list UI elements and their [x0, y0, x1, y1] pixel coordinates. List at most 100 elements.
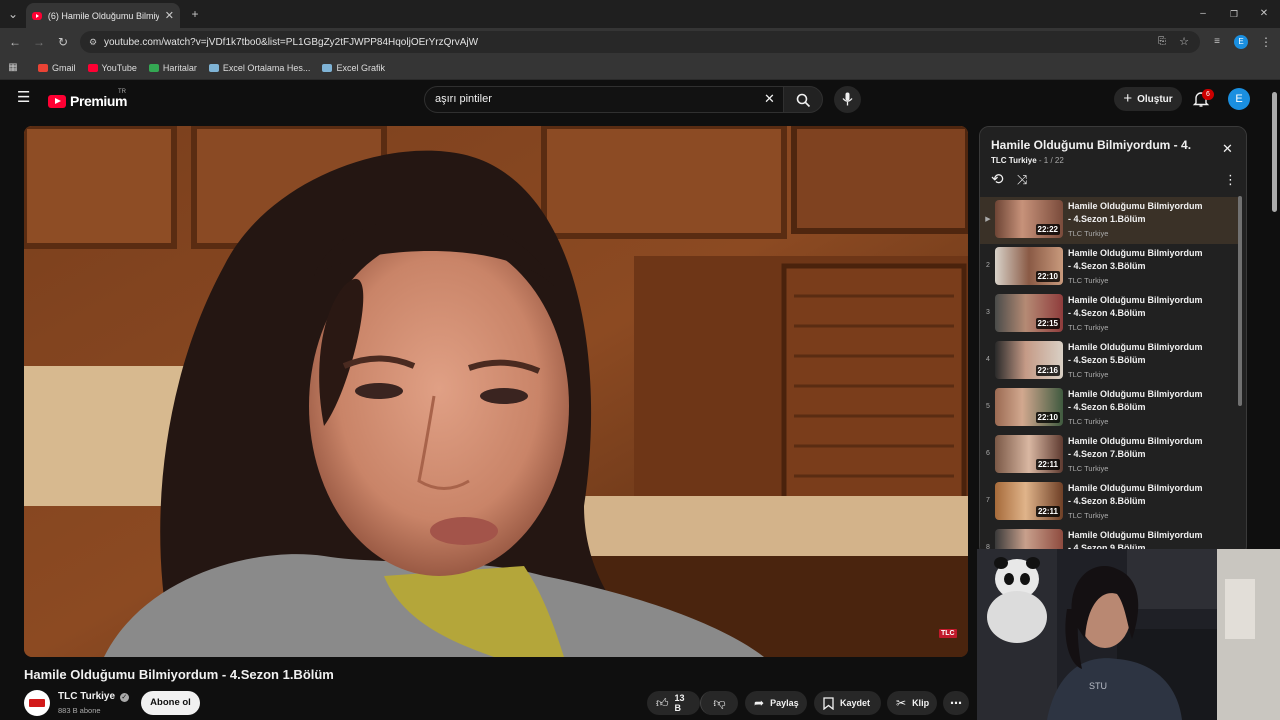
account-avatar[interactable]: E [1228, 88, 1250, 110]
playlist-item[interactable]: 6 22:11 Hamile Olduğumu Bilmiyordum - 4.S… [980, 432, 1238, 479]
item-index: 7 [986, 497, 990, 504]
search-box[interactable]: ✕ [424, 86, 784, 113]
bookmark-excel-average[interactable]: Excel Ortalama Hes... [208, 63, 310, 73]
youtube-logo[interactable]: Premium TR [48, 89, 128, 109]
item-duration: 22:11 [1035, 506, 1060, 517]
close-window-icon[interactable]: ✕ [1257, 7, 1271, 21]
menu-icon[interactable]: ☰ [17, 90, 31, 105]
bookmark-youtube[interactable]: YouTube [87, 63, 137, 73]
region-code: TR [118, 89, 126, 95]
share-button[interactable]: ➦ Paylaş [745, 691, 807, 715]
install-app-icon[interactable]: ⎘ [1155, 35, 1169, 49]
video-player[interactable]: TLC [24, 126, 968, 657]
item-title-line-2: - 4.Sezon 8.Bölüm [1068, 496, 1146, 506]
item-title-line-1: Hamile Olduğumu Bilmiyordum [1068, 248, 1203, 258]
voice-search-button[interactable] [834, 86, 861, 113]
share-icon: ➦ [754, 696, 765, 710]
item-duration: 22:11 [1035, 459, 1060, 470]
notifications-button[interactable]: 6 [1192, 89, 1214, 108]
notification-badge: 6 [1202, 89, 1214, 100]
item-index: 6 [986, 450, 990, 457]
item-channel: TLC Turkiye [1068, 370, 1109, 379]
bookmark-star-icon[interactable]: ☆ [1177, 35, 1191, 49]
playlist-item[interactable]: 2 22:10 Hamile Olduğumu Bilmiyordum - 4.S… [980, 244, 1238, 291]
shuffle-icon[interactable]: ⤨ [1017, 172, 1027, 187]
clear-search-icon[interactable]: ✕ [764, 91, 775, 107]
video-title: Hamile Olduğumu Bilmiyordum - 4.Sezon 1.… [24, 667, 334, 682]
item-title: Hamile Olduğumu Bilmiyordum - 4.Sezon 5.B… [1068, 341, 1218, 367]
item-title-line-1: Hamile Olduğumu Bilmiyordum [1068, 389, 1203, 399]
address-bar[interactable]: ⚙ youtube.com/watch?v=jVDf1k7tbo0&list=P… [80, 31, 1200, 53]
bookmark-gmail[interactable]: Gmail [38, 63, 76, 73]
item-title-line-1: Hamile Olduğumu Bilmiyordum [1068, 201, 1203, 211]
more-actions-button[interactable]: ⋯ [943, 691, 969, 715]
item-index: ▶ [985, 216, 991, 223]
verified-icon: ✓ [119, 693, 129, 702]
playlist-item[interactable]: 5 22:10 Hamile Olduğumu Bilmiyordum - 4.S… [980, 385, 1238, 432]
playlist-item[interactable]: 4 22:16 Hamile Olduğumu Bilmiyordum - 4.S… [980, 338, 1238, 385]
playlist-scrollbar[interactable] [1238, 196, 1242, 406]
item-duration: 22:16 [1035, 365, 1060, 376]
item-title-line-2: - 4.Sezon 4.Bölüm [1068, 308, 1146, 318]
apps-grid-icon[interactable]: ▦ [6, 61, 20, 75]
back-icon[interactable]: ← [8, 35, 22, 49]
playlist-item[interactable]: 3 22:15 Hamile Olduğumu Bilmiyordum - 4.S… [980, 291, 1238, 338]
item-title: Hamile Olduğumu Bilmiyordum - 4.Sezon 6.B… [1068, 388, 1218, 414]
playlist-item[interactable]: 7 22:11 Hamile Olduğumu Bilmiyordum - 4.S… [980, 479, 1238, 526]
playlist-channel[interactable]: TLC Turkiye [991, 156, 1037, 165]
item-thumbnail: 22:11 [995, 435, 1063, 473]
new-tab-icon[interactable]: + [188, 7, 202, 21]
dislike-button[interactable]: 👎︎ [700, 691, 738, 715]
gmail-icon [38, 63, 48, 72]
reload-icon[interactable]: ↻ [56, 35, 70, 49]
thumbs-up-icon: 👍︎ [656, 695, 669, 710]
item-duration: 22:10 [1035, 271, 1060, 282]
browser-tab[interactable]: (6) Hamile Olduğumu Bilmiyor ✕ [26, 3, 180, 28]
channel-avatar[interactable] [24, 690, 50, 716]
profile-avatar[interactable]: E [1234, 35, 1248, 49]
more-icon: ⋯ [950, 696, 962, 710]
item-thumbnail: 22:10 [995, 247, 1063, 285]
bookmark-maps[interactable]: Haritalar [148, 63, 197, 73]
create-button[interactable]: + Oluştur [1114, 87, 1182, 111]
item-index: 4 [986, 356, 990, 363]
youtube-play-icon [48, 94, 66, 108]
item-title-line-1: Hamile Olduğumu Bilmiyordum [1068, 342, 1203, 352]
share-label: Paylaş [770, 698, 799, 708]
bookmark-excel-chart[interactable]: Excel Grafik [322, 63, 385, 73]
like-button[interactable]: 👍︎ 13 B [647, 691, 700, 715]
subscribe-button[interactable]: Abone ol [141, 691, 200, 715]
tab-title: (6) Hamile Olduğumu Bilmiyor [47, 10, 159, 21]
channel-name-row[interactable]: TLC Turkiye ✓ [58, 691, 129, 702]
tab-search-icon[interactable]: ⌄ [6, 7, 20, 21]
bookmarks-bar: ▦ Gmail YouTube Haritalar Excel Ortalama… [0, 56, 1280, 80]
playlist-item[interactable]: ▶ 22:22 Hamile Olduğumu Bilmiyordum - 4.S… [980, 197, 1238, 244]
clip-button[interactable]: ✂ Klip [887, 691, 937, 715]
browser-tabstrip: ⌄ (6) Hamile Olduğumu Bilmiyor ✕ + – ❐ ✕ [0, 0, 1280, 28]
playlist-items: ▶ 22:22 Hamile Olduğumu Bilmiyordum - 4.S… [980, 197, 1238, 555]
playlist-position: 1 / 22 [1043, 156, 1064, 165]
youtube-icon [87, 63, 98, 72]
minimize-icon[interactable]: – [1196, 7, 1210, 21]
item-channel: TLC Turkiye [1068, 464, 1109, 473]
playlist-menu-icon[interactable]: ⋮ [1224, 172, 1237, 187]
item-index: 5 [986, 403, 990, 410]
media-controls-icon[interactable]: ≡ [1210, 35, 1224, 49]
search-input[interactable] [435, 93, 755, 105]
playlist-title[interactable]: Hamile Olduğumu Bilmiyordum - 4. [991, 138, 1213, 152]
forward-icon[interactable]: → [32, 35, 46, 49]
item-thumbnail: 22:11 [995, 482, 1063, 520]
maximize-icon[interactable]: ❐ [1227, 7, 1241, 21]
svg-text:STU: STU [1089, 681, 1107, 691]
close-playlist-icon[interactable]: ✕ [1222, 141, 1233, 157]
save-button[interactable]: Kaydet [814, 691, 881, 715]
page-scrollbar[interactable] [1272, 92, 1277, 212]
tab-close-icon[interactable]: ✕ [165, 9, 174, 22]
site-info-icon[interactable]: ⚙ [86, 35, 100, 49]
thumbs-down-icon: 👎︎ [713, 695, 726, 710]
search-icon [796, 93, 811, 108]
search-button[interactable] [783, 86, 823, 113]
browser-menu-icon[interactable]: ⋮ [1259, 35, 1273, 49]
item-title-line-2: - 4.Sezon 5.Bölüm [1068, 355, 1146, 365]
loop-icon[interactable]: ⟲ [991, 172, 1004, 187]
